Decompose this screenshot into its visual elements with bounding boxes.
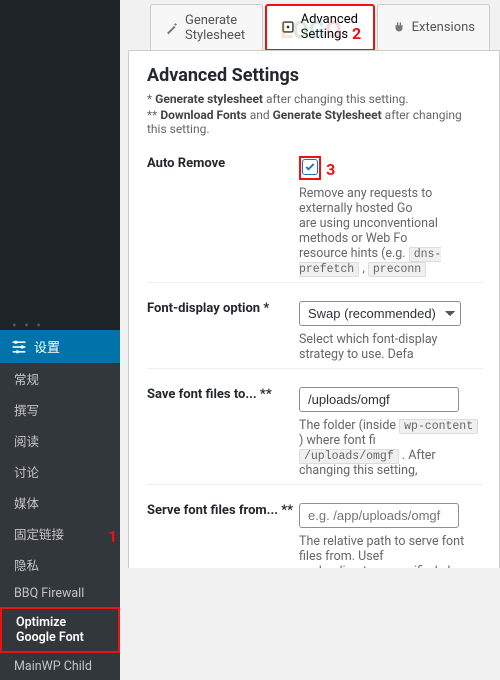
admin-sidebar: • • • 设置 常规 撰写 阅读 讨论 媒体 固定链接 隐私 BBQ Fire… xyxy=(0,0,120,568)
page-title: Advanced Settings xyxy=(147,65,483,86)
help-font-display: Select which font-display strategy to us… xyxy=(299,332,483,362)
sidebar-item-mainwp-child[interactable]: MainWP Child xyxy=(0,653,120,680)
sidebar-item-bbq-firewall[interactable]: BBQ Firewall xyxy=(0,580,120,607)
hint-1: * Generate stylesheet after changing thi… xyxy=(147,92,483,106)
sidebar-item-discussion[interactable]: 讨论 xyxy=(0,456,120,487)
label-auto-remove: Auto Remove xyxy=(147,156,299,276)
help-auto-remove: Remove any requests to externally hosted… xyxy=(299,186,483,276)
row-auto-remove: Auto Remove 3 Remove any requests to ext… xyxy=(147,138,483,282)
hint-2: ** Download Fonts and Generate Styleshee… xyxy=(147,108,483,136)
tab-bar: Generate Stylesheet Advanced Settings Ex… xyxy=(120,0,500,50)
help-save-to: The folder (inside wp-content ) where fo… xyxy=(299,418,483,478)
sidebar-item-permalinks[interactable]: 固定链接 xyxy=(0,518,120,549)
sidebar-item-privacy[interactable]: 隐私 xyxy=(0,549,120,580)
sidebar-item-media[interactable]: 媒体 xyxy=(0,487,120,518)
auto-remove-checkbox[interactable] xyxy=(302,159,318,175)
annotation-1: 1 xyxy=(108,527,117,546)
sidebar-spacer: • • • xyxy=(0,0,120,330)
annotation-3: 3 xyxy=(326,160,335,179)
sidebar-item-settings[interactable]: 设置 xyxy=(0,330,120,363)
highlight-box xyxy=(299,156,321,180)
sidebar-item-writing[interactable]: 撰写 xyxy=(0,394,120,425)
tab-generate-stylesheet[interactable]: Generate Stylesheet xyxy=(150,4,263,50)
sidebar-item-reading[interactable]: 阅读 xyxy=(0,425,120,456)
sidebar-item-general[interactable]: 常规 xyxy=(0,363,120,394)
label-save-to: Save font files to... ** xyxy=(147,387,299,478)
sidebar-submenu: 常规 撰写 阅读 讨论 媒体 固定链接 隐私 BBQ Firewall Opti… xyxy=(0,363,120,680)
row-font-display: Font-display option * Swap (recommended)… xyxy=(147,282,483,368)
serve-from-input[interactable] xyxy=(299,503,459,528)
label-font-display: Font-display option * xyxy=(147,301,299,362)
main-content: Generate Stylesheet Advanced Settings Ex… xyxy=(120,0,500,568)
row-serve-from: Serve font files from... ** The relative… xyxy=(147,484,483,568)
settings-panel: Advanced Settings * Generate stylesheet … xyxy=(128,50,500,568)
label-serve-from: Serve font files from... ** xyxy=(147,503,299,568)
font-display-select[interactable]: Swap (recommended) xyxy=(299,301,461,326)
plug-icon xyxy=(392,21,406,35)
settings-icon xyxy=(281,20,295,34)
sliders-icon xyxy=(10,338,28,356)
help-serve-from: The relative path to serve font files fr… xyxy=(299,534,483,568)
ellipsis-icon: • • • xyxy=(0,0,120,334)
sidebar-item-label: 设置 xyxy=(34,337,60,356)
save-to-input[interactable] xyxy=(299,387,459,412)
sidebar-item-optimize-google-font[interactable]: Optimize Google Font xyxy=(0,607,120,653)
annotation-2: 2 xyxy=(352,24,361,43)
tab-extensions[interactable]: Extensions xyxy=(377,4,490,50)
wand-icon xyxy=(165,21,179,35)
row-save-to: Save font files to... ** The folder (ins… xyxy=(147,368,483,484)
